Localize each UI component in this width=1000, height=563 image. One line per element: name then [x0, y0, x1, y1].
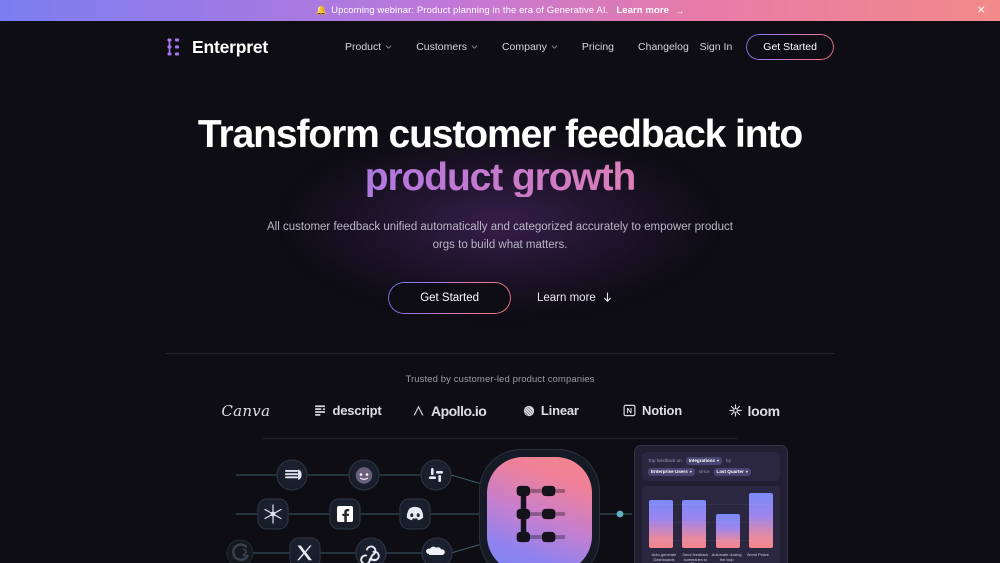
page-title: Transform customer feedback into product… [0, 115, 1000, 197]
source-node-x-twitter [289, 537, 321, 563]
filter-chip-topic-label: Integrations [688, 458, 716, 464]
feedback-dashboard-panel: Top feedback on Integrations ▾ by Enterp… [634, 444, 788, 563]
enterpret-logo-icon [167, 38, 179, 56]
arrow-right-icon: → [675, 5, 685, 16]
feedback-bar-chart: Auto-generate Dashboards Send feedback s… [642, 485, 780, 563]
nav-item-changelog[interactable]: Changelog [638, 41, 689, 53]
chart-bar-label: World Peace [746, 551, 770, 557]
canva-logo-icon: Canva [221, 401, 271, 420]
loom-logo-label: loom [747, 402, 781, 419]
chevron-down-icon [551, 45, 558, 49]
logo-linear: Linear [500, 403, 602, 418]
nav-item-customers[interactable]: Customers [416, 41, 478, 53]
source-node-reddit [348, 459, 380, 491]
chart-bar[interactable] [715, 513, 740, 548]
source-node-snowflake [257, 498, 289, 530]
brand-name: Enterpret [192, 36, 268, 57]
logo-apollo: Apollo.io [398, 403, 500, 419]
descript-logo-label: descript [332, 403, 382, 419]
megaphone-icon: 🔔 [315, 5, 328, 15]
brand-logo[interactable]: Enterpret [166, 37, 268, 58]
nav-links: Product Customers Company Pricing Change… [345, 41, 689, 53]
headline-line-1: Transform customer feedback into [197, 113, 803, 156]
filter-chip-period[interactable]: Last Quarter ▾ [713, 467, 751, 476]
loom-logo-icon [728, 404, 742, 417]
learn-more-button[interactable]: Learn more [537, 292, 612, 304]
announcement-text: Upcoming webinar: Product planning in th… [331, 5, 609, 16]
source-node-discord [399, 498, 431, 530]
nav-item-product[interactable]: Product [345, 41, 392, 53]
filter-since-label: since [698, 469, 710, 475]
get-started-button-nav[interactable]: Get Started [746, 34, 834, 60]
integrations-diagram: Top feedback on Integrations ▾ by Enterp… [0, 444, 1000, 563]
enterpret-hub-glyph [516, 485, 565, 543]
source-node-slack [420, 459, 452, 491]
chart-bar-label: Send feedback summaries to Slack [682, 551, 709, 563]
apollo-logo-icon [413, 405, 424, 416]
source-node-zendesk [276, 459, 308, 491]
main-navbar: Enterpret Product Customers Company Pric… [0, 21, 1000, 73]
nav-item-pricing[interactable]: Pricing [582, 41, 614, 53]
nav-item-company-label: Company [501, 41, 547, 53]
hero-subheading: All customer feedback unified automatica… [267, 221, 733, 251]
apollo-logo-label: Apollo.io [430, 402, 487, 419]
linear-logo-icon [523, 405, 535, 416]
nav-item-customers-label: Customers [416, 41, 467, 53]
enterpret-hub-icon [487, 456, 592, 563]
customer-logo-row: Canva descript Apollo.io Linear Notion l… [0, 402, 1000, 420]
chevron-down-icon [385, 45, 392, 49]
notion-logo-icon [623, 404, 636, 417]
source-node-salesforce [421, 537, 453, 563]
arrow-down-icon [603, 292, 611, 302]
nav-item-product-label: Product [345, 41, 382, 53]
chevron-down-icon [471, 45, 478, 49]
logo-descript: descript [297, 403, 399, 418]
filter-chip-period-label: Last Quarter [716, 469, 744, 475]
logo-loom: loom [703, 403, 805, 419]
descript-logo-icon [314, 405, 325, 416]
logo-canva: Canva [195, 402, 297, 420]
close-icon[interactable]: ✕ [977, 5, 986, 16]
source-node-webhook [355, 537, 387, 563]
headline-line-2: product growth [0, 158, 1000, 197]
hero-cta-row: Get Started Learn more [0, 281, 1000, 314]
announcement-banner: 🔔 Upcoming webinar: Product planning in … [0, 0, 1000, 21]
filter-by-label: by [726, 458, 731, 464]
announcement-learn-more-link[interactable]: Learn more [616, 5, 669, 16]
section-divider-top [166, 352, 834, 354]
chevron-down-icon: ▾ [689, 469, 692, 475]
filter-chip-segment-label: Enterprise Users [651, 469, 688, 475]
filter-chip-segment[interactable]: Enterprise Users ▾ [648, 467, 695, 476]
learn-more-label: Learn more [537, 291, 596, 304]
notion-logo-label: Notion [642, 403, 682, 419]
filter-chip-topic[interactable]: Integrations ▾ [685, 456, 723, 465]
nav-item-company[interactable]: Company [502, 41, 558, 53]
chart-bar-label: Auto-generate Dashboards [651, 551, 677, 562]
source-node-g2 [226, 539, 254, 563]
linear-logo-label: Linear [540, 403, 579, 419]
source-node-facebook [329, 498, 361, 530]
section-divider-bottom [263, 437, 737, 439]
chart-x-labels: Auto-generate Dashboards Send feedback s… [649, 550, 773, 563]
chevron-down-icon: ▾ [745, 469, 748, 475]
nav-actions: Sign In Get Started [700, 34, 834, 60]
chart-bar-group [715, 513, 740, 548]
sign-in-link[interactable]: Sign In [700, 41, 733, 53]
connector-dot [616, 510, 624, 518]
page-root: 🔔 Upcoming webinar: Product planning in … [0, 0, 1000, 563]
filter-prefix-label: Top feedback on [648, 458, 682, 464]
get-started-button-hero[interactable]: Get Started [388, 281, 511, 314]
logo-notion: Notion [602, 403, 704, 418]
chart-bar-label: Automate closing the loop [711, 551, 742, 562]
announcement-content: 🔔 Upcoming webinar: Product planning in … [316, 5, 684, 16]
trusted-by-heading: Trusted by customer-led product companie… [405, 373, 595, 385]
hero-section: Transform customer feedback into product… [0, 73, 1000, 314]
chevron-down-icon: ▾ [717, 458, 720, 464]
dashboard-filter-bar: Top feedback on Integrations ▾ by Enterp… [642, 451, 780, 481]
